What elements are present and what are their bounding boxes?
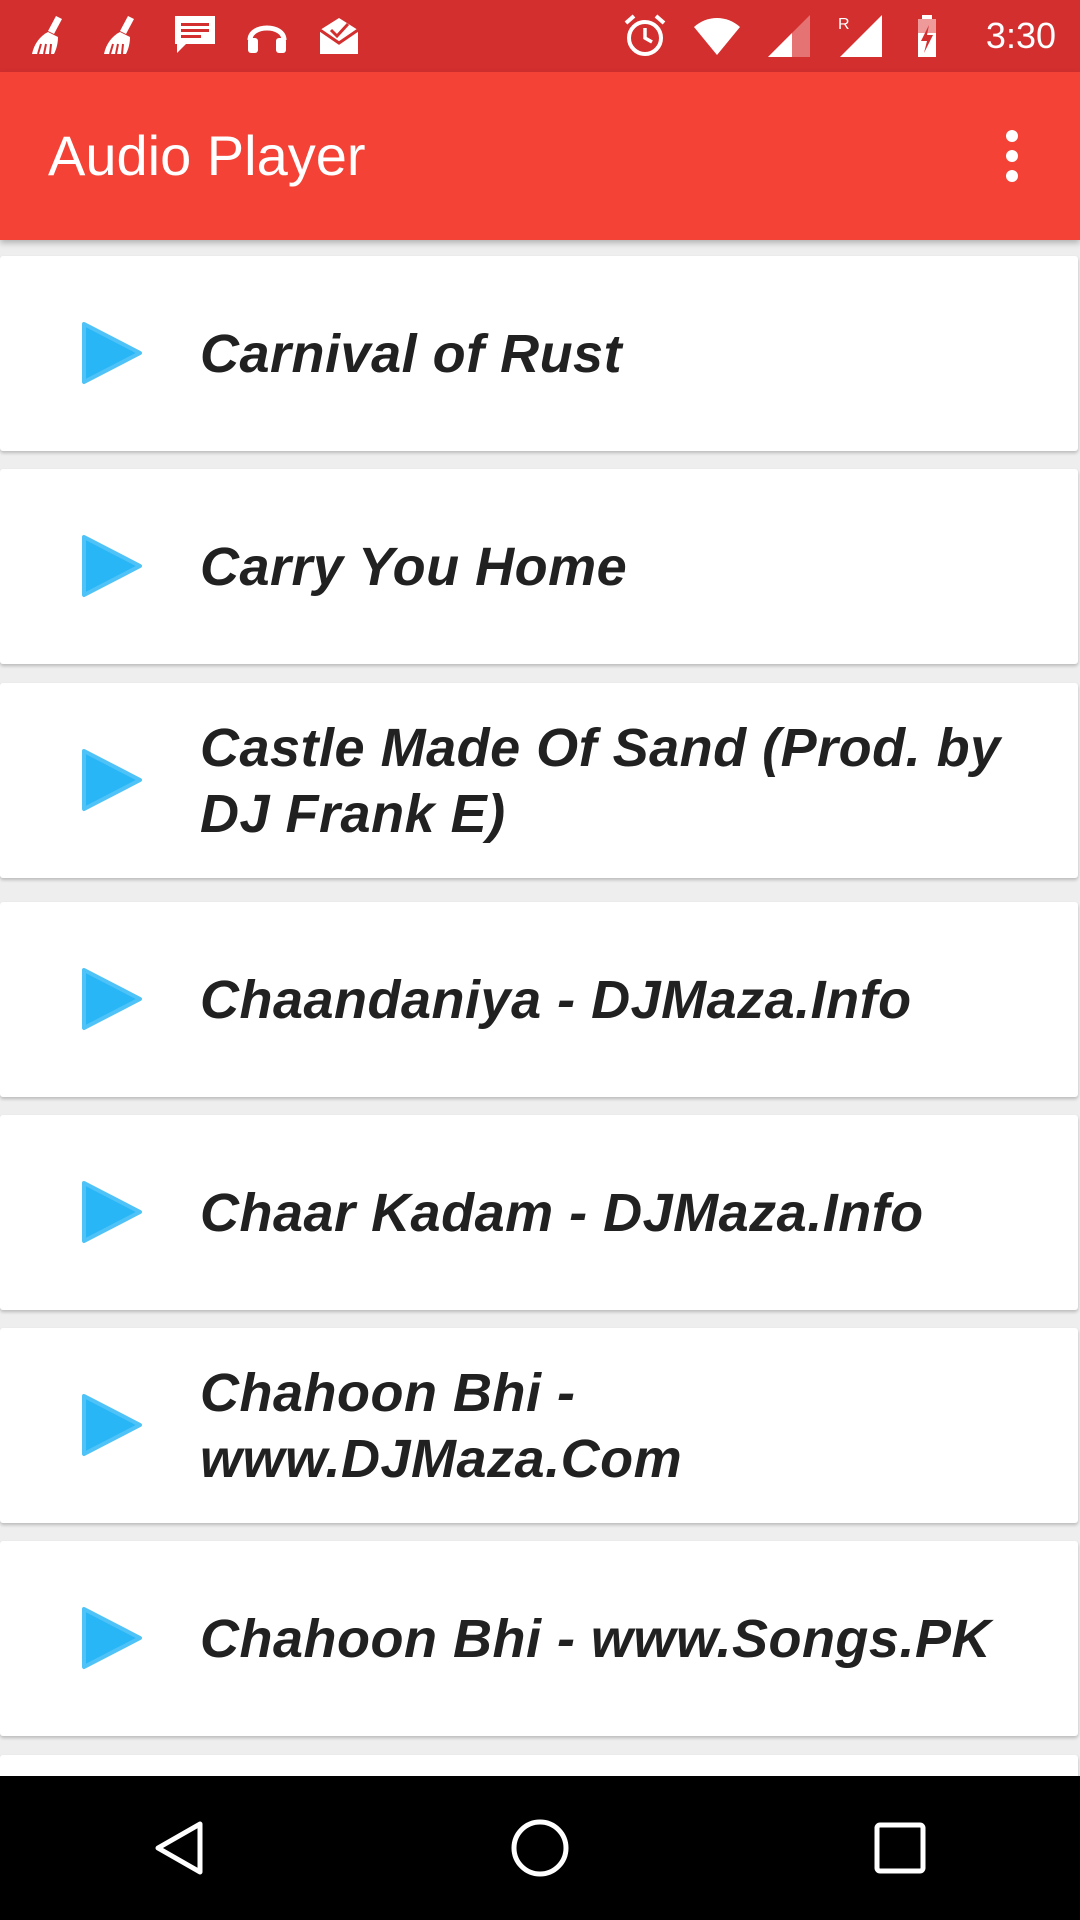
- app-bar: Audio Player: [0, 72, 1080, 240]
- app-title: Audio Player: [48, 124, 366, 187]
- roaming-signal-icon: R: [838, 15, 882, 57]
- headphones-icon: [247, 25, 287, 53]
- navigation-bar: [0, 1776, 1080, 1920]
- signal-icon: [767, 15, 810, 57]
- alarm-icon: [624, 14, 666, 56]
- song-item[interactable]: Chahoon Bhi - www.Songs.PK: [0, 1541, 1078, 1736]
- back-icon: [155, 1821, 203, 1875]
- system-icons: R 3:30: [620, 0, 1056, 72]
- song-title: Carnival of Rust: [200, 323, 623, 384]
- clock: 3:30: [985, 15, 1056, 56]
- play-icon[interactable]: [78, 747, 144, 813]
- cleaner-icon: [32, 16, 62, 55]
- song-item[interactable]: Carry You Home: [0, 469, 1078, 664]
- wifi-icon: [693, 18, 740, 55]
- play-icon[interactable]: [78, 533, 144, 599]
- song-title: Castle Made Of Sand (Prod. by DJ Frank E…: [200, 717, 1001, 844]
- message-icon: [175, 16, 215, 53]
- home-icon: [511, 1819, 569, 1877]
- cleaner-icon: [104, 16, 134, 55]
- battery-charging-icon: [917, 15, 936, 57]
- song-item[interactable]: Chaandaniya - DJMaza.Info: [0, 902, 1078, 1097]
- song-title: Chahoon Bhi - www.DJMaza.Com: [200, 1362, 683, 1489]
- play-icon[interactable]: [78, 320, 144, 386]
- play-icon[interactable]: [78, 1605, 144, 1671]
- song-item[interactable]: Chaar Kadam - DJMaza.Info: [0, 1115, 1078, 1310]
- song-item[interactable]: Castle Made Of Sand (Prod. by DJ Frank E…: [0, 683, 1078, 878]
- song-title: Chaandaniya - DJMaza.Info: [200, 969, 912, 1030]
- mail-icon: [319, 18, 359, 54]
- play-icon[interactable]: [78, 966, 144, 1032]
- song-item[interactable]: Carnival of Rust: [0, 256, 1078, 451]
- song-title: Chahoon Bhi - www.Songs.PK: [200, 1608, 991, 1669]
- recents-icon: [874, 1822, 926, 1874]
- overflow-menu-button[interactable]: [972, 116, 1052, 196]
- notification-icons: [26, 10, 364, 60]
- song-title: Carry You Home: [200, 536, 628, 597]
- status-bar: R 3:30: [0, 0, 1080, 72]
- more-vert-icon: [1006, 130, 1018, 182]
- song-item[interactable]: Chahoon Bhi - www.DJMaza.Com: [0, 1328, 1078, 1523]
- back-button[interactable]: [120, 1788, 240, 1908]
- play-icon[interactable]: [78, 1179, 144, 1245]
- play-icon[interactable]: [78, 1392, 144, 1458]
- recents-button[interactable]: [840, 1788, 960, 1908]
- svg-text:R: R: [838, 16, 850, 33]
- home-button[interactable]: [480, 1788, 600, 1908]
- song-title: Chaar Kadam - DJMaza.Info: [200, 1182, 924, 1243]
